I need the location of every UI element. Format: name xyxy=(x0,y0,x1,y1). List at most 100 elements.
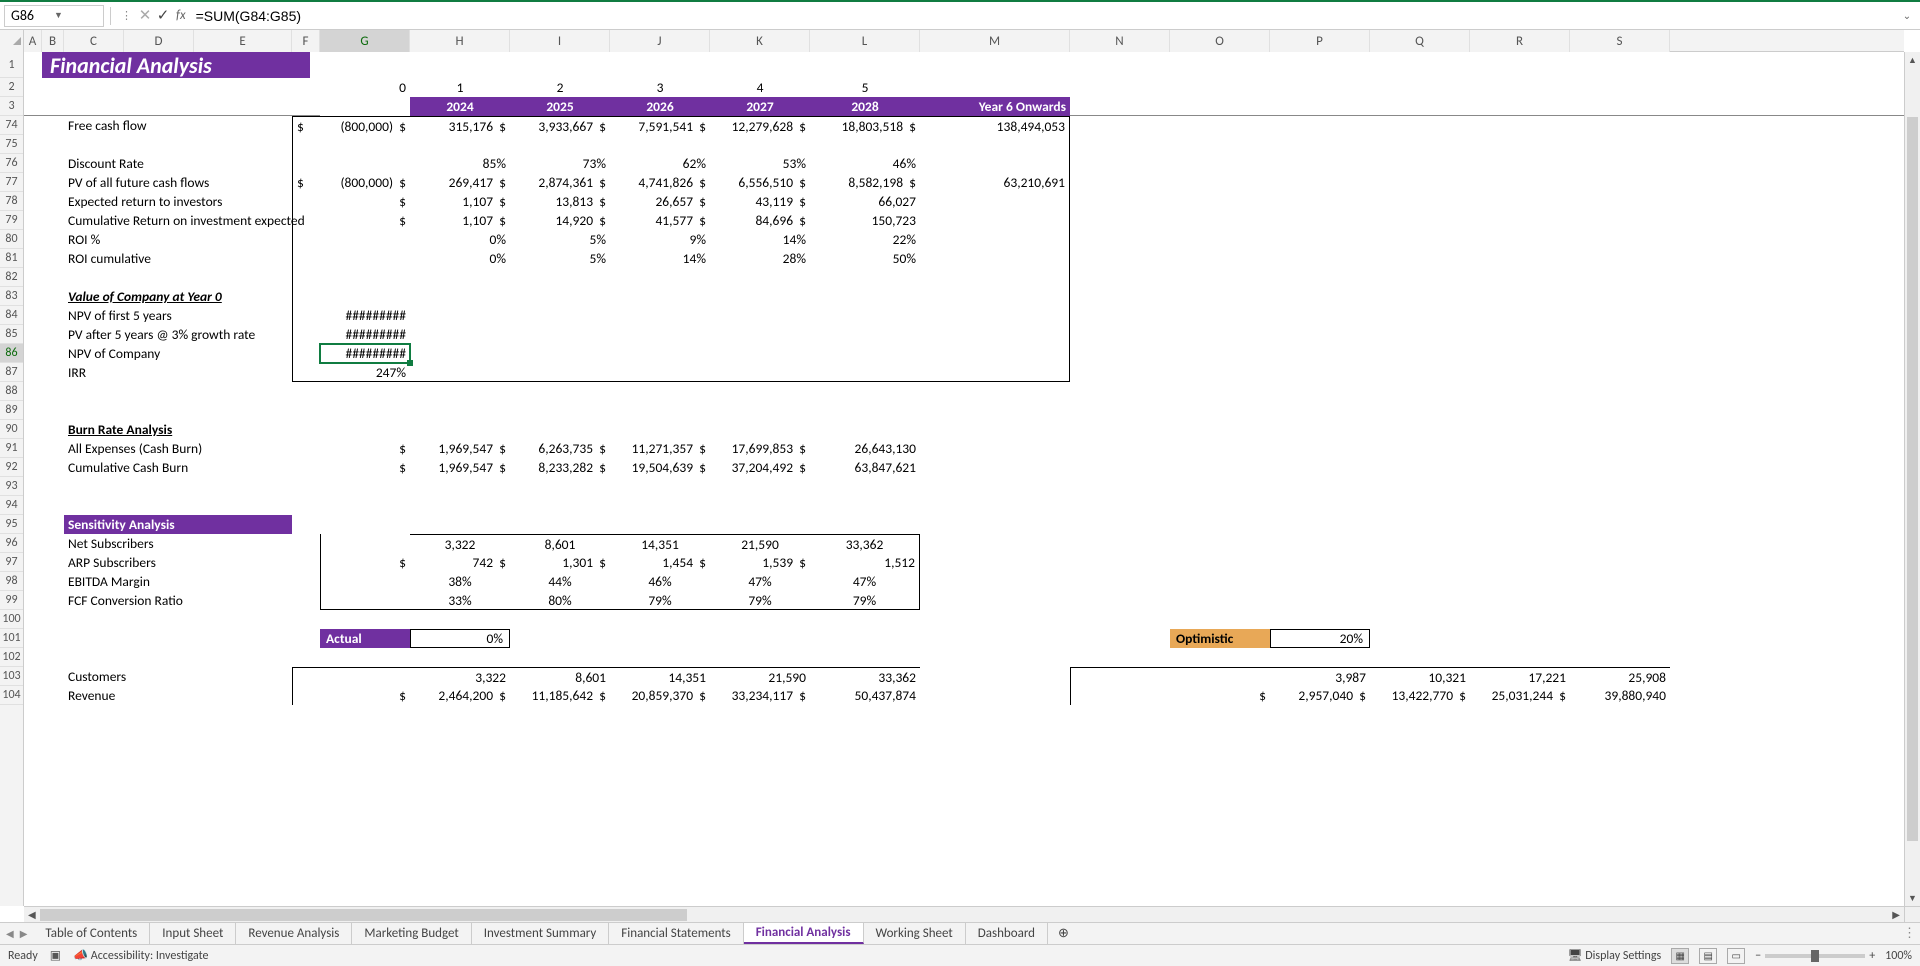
cell[interactable]: 0% xyxy=(410,230,510,249)
cell[interactable]: $ xyxy=(320,192,410,211)
col-header[interactable]: B xyxy=(42,30,64,52)
cell[interactable]: 3 xyxy=(610,78,710,97)
zoom-thumb[interactable] xyxy=(1811,950,1819,962)
cell[interactable]: 7,591,541 $ xyxy=(610,116,710,135)
cell[interactable]: 0% xyxy=(410,249,510,268)
col-header[interactable]: F xyxy=(292,30,320,52)
cell[interactable]: 3,322 xyxy=(410,667,510,686)
vertical-scroll-thumb[interactable] xyxy=(1907,117,1918,840)
cell[interactable]: 18,803,518 $ xyxy=(810,116,920,135)
tab-next-icon[interactable]: ▶ xyxy=(20,927,28,940)
section-header[interactable]: Sensitivity Analysis xyxy=(64,515,292,534)
year-header[interactable]: 2026 xyxy=(610,97,710,116)
row-header[interactable]: 81 xyxy=(0,249,23,268)
row-header[interactable]: 91 xyxy=(0,439,23,458)
zoom-out-icon[interactable]: − xyxy=(1755,949,1761,963)
cell[interactable]: 26,657 $ xyxy=(610,192,710,211)
cell[interactable]: 33,234,117 $ xyxy=(710,686,810,705)
row-header[interactable]: 86 xyxy=(0,344,23,363)
row-label[interactable]: Cumulative Cash Burn xyxy=(64,458,292,477)
select-all-cell[interactable] xyxy=(0,30,24,52)
sheet-tab[interactable]: Investment Summary xyxy=(472,923,610,944)
cell[interactable]: 33,362 xyxy=(810,534,920,553)
row-header[interactable]: 92 xyxy=(0,458,23,477)
cell[interactable]: 38% xyxy=(410,572,510,591)
scenario-optimistic-pct[interactable]: 20% xyxy=(1270,629,1370,648)
cell[interactable]: 1,539 $ xyxy=(710,553,810,572)
row-label[interactable]: FCF Conversion Ratio xyxy=(64,591,292,610)
row-header[interactable]: 76 xyxy=(0,154,23,173)
cell[interactable]: 13,422,770 $ xyxy=(1370,686,1470,705)
fb-menu-dots[interactable]: ⋮ xyxy=(117,9,136,22)
sheet-tab[interactable]: Revenue Analysis xyxy=(236,923,352,944)
cell[interactable]: 11,271,357 $ xyxy=(610,439,710,458)
cell[interactable]: 43,119 $ xyxy=(710,192,810,211)
horizontal-scrollbar[interactable]: ◀ ▶ xyxy=(24,906,1904,922)
col-header[interactable]: J xyxy=(610,30,710,52)
cell[interactable]: 25,031,244 $ xyxy=(1470,686,1570,705)
row-header[interactable]: 104 xyxy=(0,686,23,705)
row-header[interactable]: 78 xyxy=(0,192,23,211)
cell[interactable]: 4 xyxy=(710,78,810,97)
sheet-tab[interactable]: Dashboard xyxy=(966,923,1048,944)
cell[interactable]: 14,351 xyxy=(610,667,710,686)
cell[interactable]: 12,279,628 $ xyxy=(710,116,810,135)
row-header[interactable]: 85 xyxy=(0,325,23,344)
row-label[interactable]: Net Subscribers xyxy=(64,534,292,553)
cell[interactable]: 5% xyxy=(510,249,610,268)
cell[interactable]: 13,813 $ xyxy=(510,192,610,211)
col-header[interactable]: R xyxy=(1470,30,1570,52)
cell[interactable]: 22% xyxy=(810,230,920,249)
cell[interactable]: 44% xyxy=(510,572,610,591)
row-label[interactable]: Revenue xyxy=(64,686,292,705)
cell[interactable]: 6,556,510 $ xyxy=(710,173,810,192)
year-header[interactable]: Year 6 Onwards xyxy=(920,97,1070,116)
row-header[interactable]: 77 xyxy=(0,173,23,192)
cell[interactable]: 62% xyxy=(610,154,710,173)
cell[interactable]: 8,601 xyxy=(510,667,610,686)
row-header[interactable]: 83 xyxy=(0,287,23,306)
cell[interactable]: 1 xyxy=(410,78,510,97)
cell[interactable]: 1,969,547 $ xyxy=(410,458,510,477)
cell[interactable]: 5% xyxy=(510,230,610,249)
col-header[interactable]: E xyxy=(194,30,292,52)
cell[interactable]: 17,699,853 $ xyxy=(710,439,810,458)
cell[interactable]: $ xyxy=(292,116,320,135)
cell[interactable]: 14,351 xyxy=(610,534,710,553)
row-header[interactable]: 84 xyxy=(0,306,23,325)
enter-formula-icon[interactable]: ✓ xyxy=(154,6,172,25)
name-box-dropdown-icon[interactable]: ▼ xyxy=(54,10,97,21)
row-label[interactable]: EBITDA Margin xyxy=(64,572,292,591)
cell[interactable]: 247% xyxy=(320,363,410,382)
cell[interactable]: ######### xyxy=(320,306,410,325)
row-header[interactable]: 80 xyxy=(0,230,23,249)
row-header[interactable]: 94 xyxy=(0,496,23,515)
cell[interactable]: 19,504,639 $ xyxy=(610,458,710,477)
scroll-down-icon[interactable]: ▼ xyxy=(1905,890,1920,906)
scroll-left-icon[interactable]: ◀ xyxy=(24,908,40,921)
cell[interactable]: $ xyxy=(320,458,410,477)
row-header[interactable]: 2 xyxy=(0,78,23,97)
row-label[interactable]: ROI cumulative xyxy=(64,249,292,268)
row-header[interactable]: 75 xyxy=(0,135,23,154)
cancel-formula-icon[interactable]: ✕ xyxy=(136,6,154,25)
zoom-level[interactable]: 100% xyxy=(1885,949,1912,963)
cell[interactable]: 14% xyxy=(610,249,710,268)
col-header[interactable]: P xyxy=(1270,30,1370,52)
col-header[interactable]: H xyxy=(410,30,510,52)
cell[interactable]: $ xyxy=(292,173,320,192)
row-label[interactable]: Expected return to investors xyxy=(64,192,292,211)
view-page-break-icon[interactable]: ▭ xyxy=(1727,948,1745,964)
row-header[interactable]: 97 xyxy=(0,553,23,572)
cell[interactable]: 73% xyxy=(510,154,610,173)
cell[interactable]: 1,107 $ xyxy=(410,192,510,211)
cell[interactable]: 3,987 xyxy=(1270,667,1370,686)
view-normal-icon[interactable]: ▦ xyxy=(1671,948,1689,964)
cell[interactable]: 50% xyxy=(810,249,920,268)
cell[interactable]: 1,512 xyxy=(810,553,920,572)
scenario-actual-pct[interactable]: 0% xyxy=(410,629,510,648)
tab-nav[interactable]: ◀▶ xyxy=(0,927,33,940)
section-header[interactable]: Burn Rate Analysis xyxy=(64,420,292,439)
selected-cell[interactable]: ######### xyxy=(320,344,410,363)
cell[interactable]: 9% xyxy=(610,230,710,249)
